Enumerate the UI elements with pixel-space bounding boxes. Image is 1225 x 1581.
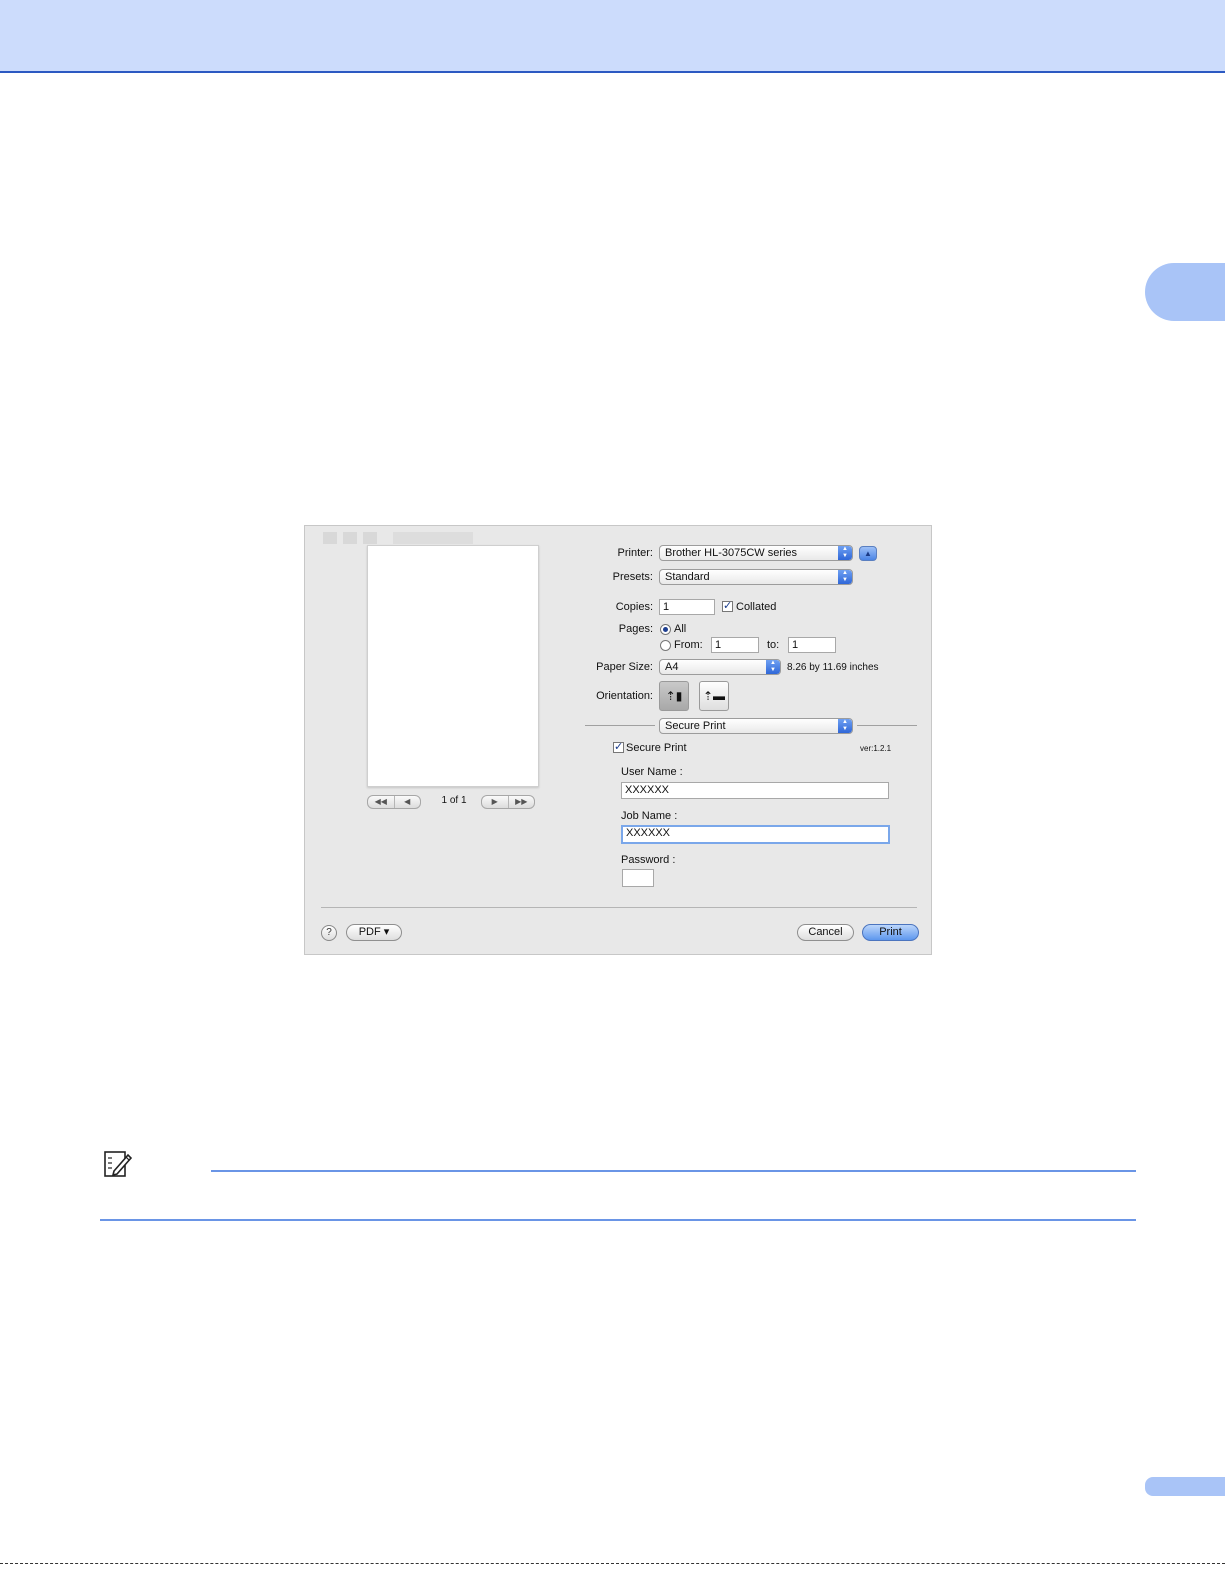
password-field[interactable] (622, 869, 654, 887)
printer-select[interactable]: Brother HL-3075CW series ▲ ▼ (659, 545, 853, 561)
print-dialog: ◀◀ ◀ 1 of 1 ▶ ▶▶ Printer: Brother HL-307… (304, 525, 932, 955)
job-name-label: Job Name : (621, 810, 678, 822)
pdf-button[interactable]: PDF ▾ (346, 924, 402, 941)
panel-separator-right (857, 725, 917, 726)
note-pencil-icon (104, 1151, 133, 1177)
note-rule-top (211, 1170, 1136, 1172)
pages-from-radio[interactable] (660, 640, 671, 651)
page-bottom-dashed-rule (0, 1563, 1225, 1564)
presets-label: Presets: (612, 571, 653, 583)
page-indicator: 1 of 1 (441, 795, 467, 806)
pages-from-label: From: (674, 639, 703, 651)
pages-to-field[interactable]: 1 (788, 637, 836, 653)
previous-page-icon[interactable]: ◀ (393, 796, 421, 808)
panel-select[interactable]: Secure Print ▲ ▼ (659, 718, 853, 734)
paper-size-label: Paper Size: (596, 661, 653, 673)
landscape-orientation-icon[interactable]: ⇡▬ (699, 681, 729, 711)
cancel-button[interactable]: Cancel (797, 924, 854, 941)
background-toolbar (323, 532, 553, 544)
collated-label: Collated (736, 601, 777, 613)
pages-label: Pages: (618, 623, 653, 635)
presets-value: Standard (665, 571, 710, 583)
panel-value: Secure Print (665, 720, 726, 732)
collated-checkbox[interactable]: ✓ (722, 601, 733, 612)
page-header-band (0, 0, 1225, 71)
footer-separator (321, 907, 917, 908)
popup-arrows-icon: ▲ ▼ (838, 570, 852, 584)
secure-print-checkbox[interactable]: ✓ (613, 742, 624, 753)
popup-arrows-icon: ▲ ▼ (766, 660, 780, 674)
printer-label: Printer: (617, 547, 653, 559)
popup-arrows-icon: ▲ ▼ (838, 719, 852, 733)
help-icon[interactable]: ? (321, 925, 337, 941)
presets-select[interactable]: Standard ▲ ▼ (659, 569, 853, 585)
preview-forward-buttons[interactable]: ▶ ▶▶ (481, 795, 535, 809)
page-number-tab (1145, 1477, 1225, 1496)
preview-back-buttons[interactable]: ◀◀ ◀ (367, 795, 421, 809)
page-preview (367, 545, 539, 787)
paper-size-select[interactable]: A4 ▲ ▼ (659, 659, 781, 675)
next-page-icon[interactable]: ▶ (482, 796, 508, 808)
copies-label: Copies: (615, 601, 653, 613)
page-header-rule (0, 71, 1225, 73)
secure-print-label: Secure Print (626, 742, 687, 754)
portrait-orientation-icon[interactable]: ⇡▮ (659, 681, 689, 711)
user-name-field[interactable]: XXXXXX (621, 782, 889, 799)
triangle-up-icon[interactable]: ▲ (859, 546, 877, 561)
note-rule-bottom (100, 1219, 1136, 1221)
copies-field[interactable]: 1 (659, 599, 715, 615)
last-page-icon[interactable]: ▶▶ (507, 796, 535, 808)
paper-size-value: A4 (665, 661, 679, 673)
panel-separator-left (585, 725, 655, 726)
pages-from-field[interactable]: 1 (711, 637, 759, 653)
pages-all-radio[interactable] (660, 624, 671, 635)
first-page-icon[interactable]: ◀◀ (368, 796, 394, 808)
paper-dimensions: 8.26 by 11.69 inches (787, 662, 879, 673)
popup-arrows-icon: ▲ ▼ (838, 546, 852, 560)
printer-value: Brother HL-3075CW series (665, 547, 798, 559)
orientation-label: Orientation: (596, 690, 653, 702)
chapter-tab (1145, 263, 1225, 321)
pages-to-label: to: (767, 639, 780, 651)
print-button[interactable]: Print (862, 924, 919, 941)
user-name-label: User Name : (621, 766, 683, 778)
password-label: Password : (621, 854, 676, 866)
version-label: ver:1.2.1 (860, 744, 892, 753)
job-name-field[interactable]: XXXXXX (621, 825, 890, 844)
pages-all-label: All (674, 623, 687, 635)
